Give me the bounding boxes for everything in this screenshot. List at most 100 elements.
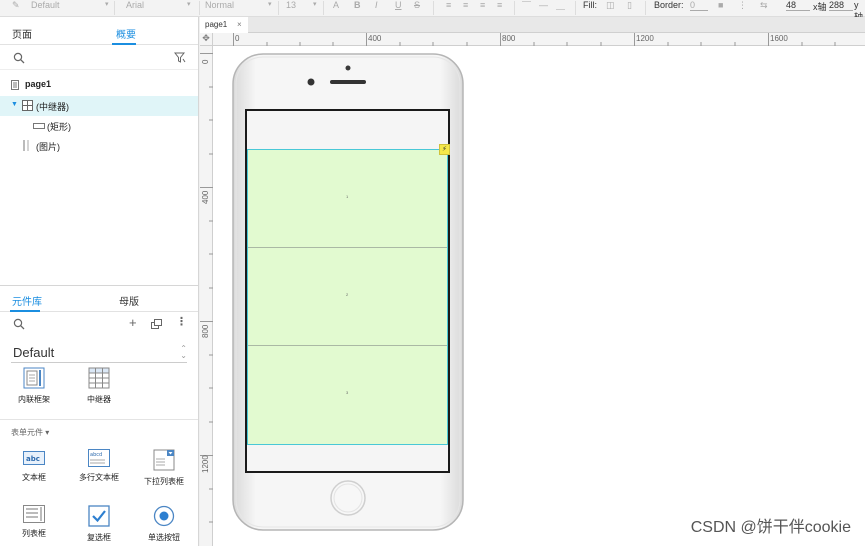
inline-frame-icon <box>23 367 45 389</box>
outline-search-row <box>0 46 198 70</box>
search-icon[interactable] <box>13 318 25 330</box>
top-toolbar: ✎ Default ▾ Arial ▾ Normal ▾ 13 ▾ A B I … <box>0 0 865 22</box>
widget-droplist[interactable]: 下拉列表框 <box>139 449 189 487</box>
horizontal-ruler[interactable]: 0 400 800 1200 1600 <box>213 33 865 46</box>
border-width-input[interactable]: 0 <box>690 0 708 11</box>
repeater-icon <box>88 367 110 389</box>
expand-triangle-icon[interactable]: ▼ <box>11 101 18 108</box>
widget-repeater[interactable]: 中继器 <box>74 367 124 405</box>
y-position-input[interactable]: 288 <box>829 0 853 11</box>
tab-library[interactable]: 元件库 <box>12 293 42 308</box>
chevron-down-icon[interactable]: ▾ <box>187 0 191 8</box>
select-arrows-icon: ⌃ ⌄ <box>180 344 187 360</box>
lightning-icon: ⚡ <box>442 146 447 153</box>
ruler-label: 400 <box>201 190 210 204</box>
fill-color-icon[interactable]: ◫ <box>606 0 615 11</box>
tab-pages[interactable]: 页面 <box>12 26 32 41</box>
page-icon <box>11 80 19 90</box>
valign-top-icon[interactable]: ⎺ <box>522 0 531 11</box>
align-right-icon[interactable]: ≡ <box>480 0 485 10</box>
active-tab-indicator <box>112 43 136 45</box>
weight-select[interactable]: Normal <box>205 0 234 10</box>
ruler-label: 1200 <box>201 455 210 473</box>
repeater-row[interactable]: 1 <box>248 150 447 248</box>
x-position-input[interactable]: 48 <box>786 0 810 11</box>
arrow-style-icon[interactable]: ⇆ <box>760 0 768 11</box>
align-center-icon[interactable]: ≡ <box>463 0 468 10</box>
italic-icon[interactable]: I <box>375 0 378 10</box>
interaction-badge[interactable]: ⚡ <box>439 144 450 155</box>
widget-inline-frame[interactable]: 内联框架 <box>9 367 59 405</box>
fill-label: Fill: <box>583 0 597 10</box>
chevron-down-icon[interactable]: ▾ <box>105 0 109 8</box>
library-options-icon[interactable] <box>151 319 162 329</box>
repeater-row[interactable]: 3 <box>248 346 447 444</box>
library-search-row: + ⋮ <box>0 313 198 335</box>
pages-tabbar: 页面 概要 <box>0 17 198 45</box>
tree-item-image[interactable]: (图片) <box>0 136 198 156</box>
widget-text-area[interactable]: abcd 多行文本框 <box>74 449 124 483</box>
style-select[interactable]: Default <box>31 0 60 10</box>
align-justify-icon[interactable]: ≡ <box>497 0 502 10</box>
text-area-icon: abcd <box>88 449 110 467</box>
filter-icon[interactable] <box>174 52 186 64</box>
tab-masters[interactable]: 母版 <box>119 293 139 308</box>
tree-item-label: page1 <box>25 79 52 89</box>
valign-bottom-icon[interactable]: ⎽ <box>556 0 565 11</box>
repeater-icon <box>22 100 33 111</box>
widget-label: 内联框架 <box>18 395 50 404</box>
search-icon[interactable] <box>13 52 25 64</box>
row-label: 2 <box>346 292 349 297</box>
fill-picker-icon[interactable]: ▯ <box>627 0 632 11</box>
more-icon[interactable]: ⋮ <box>176 315 187 328</box>
tab-page1[interactable]: page1 × <box>200 17 248 33</box>
repeater-widget[interactable]: 1 2 3 <box>247 149 448 445</box>
repeater-row[interactable]: 2 <box>248 248 447 346</box>
row-label: 1 <box>346 194 349 199</box>
text-field-icon: abc <box>23 451 45 465</box>
widget-radio-button[interactable]: 单选按钮 <box>139 505 189 543</box>
font-size-select[interactable]: 13 <box>286 0 296 10</box>
close-icon[interactable]: × <box>237 20 242 29</box>
widget-text-field[interactable]: abc 文本框 <box>9 449 59 483</box>
tab-outline[interactable]: 概要 <box>116 26 136 41</box>
library-select[interactable]: Default ⌃ ⌄ <box>11 342 187 363</box>
ruler-origin-icon[interactable]: ✥ <box>200 33 213 46</box>
widget-label: 单选按钮 <box>148 533 180 542</box>
ruler-label: 800 <box>502 34 516 43</box>
widget-label: 中继器 <box>87 395 111 404</box>
font-color-icon[interactable]: A <box>333 0 339 10</box>
text-area-icon-text: abcd <box>90 452 102 458</box>
strikethrough-icon[interactable]: S <box>414 0 420 10</box>
vertical-ruler[interactable]: 0 400 800 1200 <box>200 46 213 546</box>
chevron-down-icon[interactable]: ▾ <box>313 0 317 8</box>
tree-item-page[interactable]: page1 <box>0 75 198 95</box>
font-select[interactable]: Arial <box>126 0 144 10</box>
text-field-icon-text: abc <box>26 455 40 463</box>
border-color-icon[interactable]: ■ <box>718 0 723 10</box>
form-widgets-section[interactable]: 表单元件 ▾ <box>11 427 49 438</box>
tree-item-rectangle[interactable]: (矩形) <box>0 116 198 136</box>
widget-label: 列表框 <box>22 529 46 538</box>
align-left-icon[interactable]: ≡ <box>446 0 451 10</box>
left-panel: 页面 概要 page1 ▼ (中继器) (矩形) (图片) 元件库 母版 + ⋮… <box>0 17 199 546</box>
widget-list-box[interactable]: 列表框 <box>9 505 59 539</box>
add-library-icon[interactable]: + <box>129 315 137 330</box>
list-box-icon <box>23 505 45 523</box>
tree-item-repeater[interactable]: ▼ (中继器) <box>0 96 198 116</box>
widget-checkbox[interactable]: 复选框 <box>74 505 124 543</box>
underline-icon[interactable]: U <box>395 0 402 10</box>
x-axis-label: x轴 <box>813 2 827 12</box>
style-icon[interactable]: ✎ <box>12 0 20 11</box>
canvas-area: page1 × ✥ 0 400 800 1200 1600 0 400 800 … <box>200 17 865 546</box>
bold-icon[interactable]: B <box>354 0 361 10</box>
active-tab-indicator <box>10 310 40 312</box>
valign-middle-icon[interactable]: — <box>539 0 548 10</box>
droplist-icon <box>153 449 175 471</box>
border-label: Border: <box>654 0 684 10</box>
panel-divider[interactable] <box>0 285 198 286</box>
border-style-icon[interactable]: ⋮ <box>738 0 747 11</box>
ruler-label: 400 <box>368 34 382 43</box>
chevron-down-icon[interactable]: ▾ <box>268 0 272 8</box>
widget-label: 文本框 <box>22 473 46 482</box>
